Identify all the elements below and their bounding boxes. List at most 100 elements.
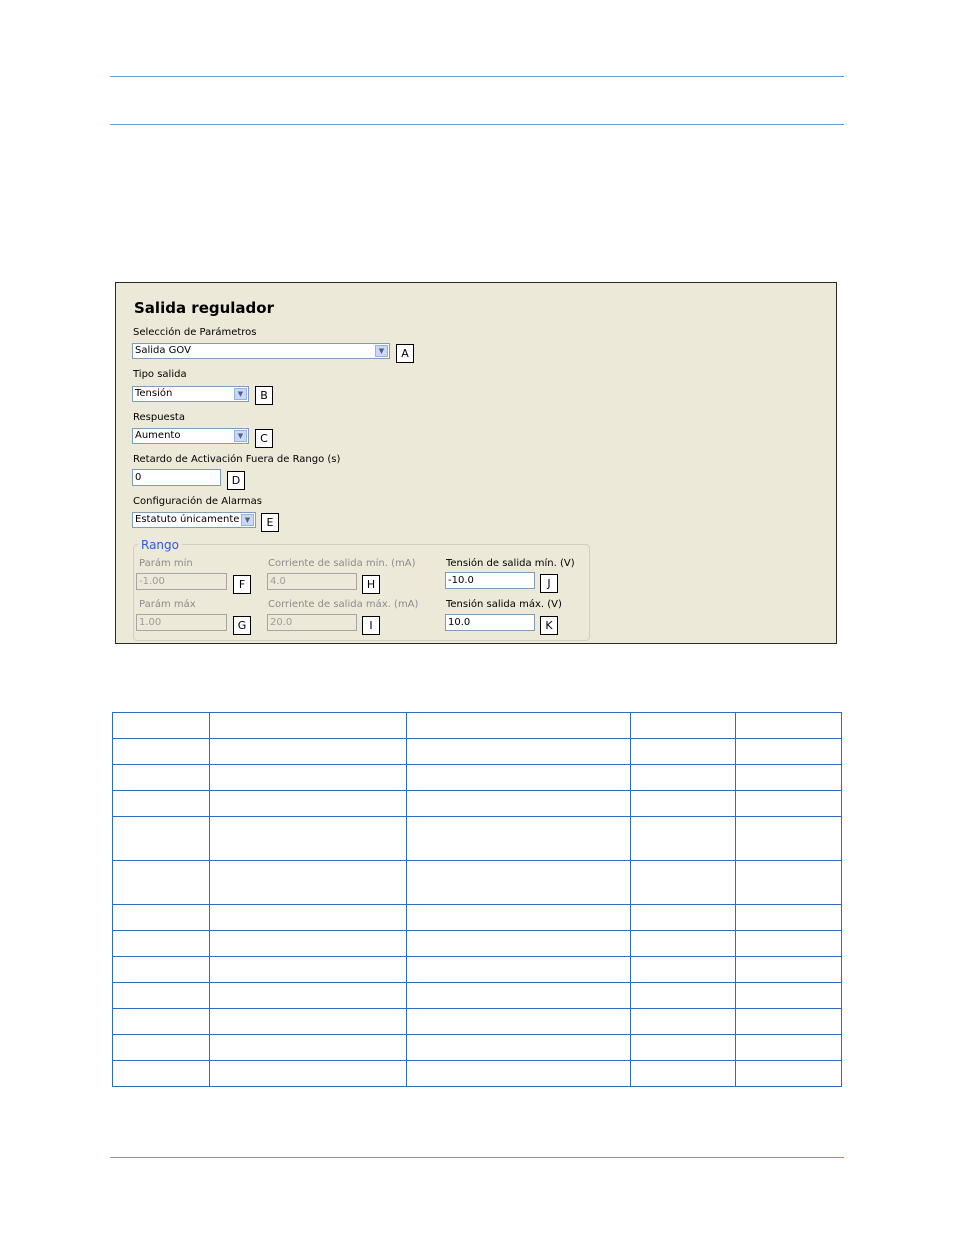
voltage-min-input[interactable]: -10.0 xyxy=(445,572,535,589)
table-cell xyxy=(735,712,842,739)
table-row xyxy=(112,764,842,791)
param-min-label: Parám mín xyxy=(139,558,193,569)
current-min-input: 4.0 xyxy=(267,573,357,590)
callout-h: H xyxy=(362,575,380,594)
callout-g: G xyxy=(233,616,251,635)
alarms-label: Configuración de Alarmas xyxy=(133,496,263,507)
table-cell xyxy=(735,956,842,983)
param-min-input: -1.00 xyxy=(136,573,227,590)
table-row xyxy=(112,930,842,957)
output-type-dropdown[interactable]: Tensión ▼ xyxy=(132,386,249,402)
table-cell xyxy=(735,930,842,957)
alarms-dropdown[interactable]: Estatuto únicamente ▼ xyxy=(132,512,256,528)
panel-title: Salida regulador xyxy=(134,299,274,317)
table-cell xyxy=(208,712,407,739)
current-max-label: Corriente de salida máx. (mA) xyxy=(268,599,419,610)
table-cell xyxy=(735,816,842,861)
table-cell xyxy=(630,712,737,739)
table-cell xyxy=(405,982,632,1009)
param-max-label: Parám máx xyxy=(139,599,196,610)
table-cell xyxy=(112,790,210,817)
table-row xyxy=(112,712,842,739)
table-row xyxy=(112,956,842,983)
table-cell xyxy=(208,738,407,765)
table-cell xyxy=(735,982,842,1009)
table-cell xyxy=(735,1034,842,1061)
table-row xyxy=(112,1060,842,1087)
response-dropdown[interactable]: Aumento ▼ xyxy=(132,428,249,444)
chevron-down-icon[interactable]: ▼ xyxy=(375,345,388,357)
header-rule-bottom xyxy=(110,124,844,125)
table-cell xyxy=(735,860,842,905)
table-row xyxy=(112,738,842,765)
table-cell xyxy=(208,982,407,1009)
table-cell xyxy=(735,1008,842,1035)
table-cell xyxy=(630,764,737,791)
table-cell xyxy=(405,738,632,765)
callout-i: I xyxy=(362,616,380,635)
delay-input[interactable]: 0 xyxy=(132,469,221,486)
response-label: Respuesta xyxy=(133,412,185,423)
table-cell xyxy=(630,904,737,931)
table-cell xyxy=(630,930,737,957)
table-cell xyxy=(208,816,407,861)
table-cell xyxy=(405,790,632,817)
table-cell xyxy=(112,1008,210,1035)
output-type-label: Tipo salida xyxy=(133,369,187,380)
table-cell xyxy=(735,738,842,765)
settings-table xyxy=(112,712,842,1087)
header-rule-top xyxy=(110,76,844,77)
table-row xyxy=(112,1008,842,1035)
table-cell xyxy=(112,956,210,983)
table-cell xyxy=(405,816,632,861)
param-select-dropdown[interactable]: Salida GOV ▼ xyxy=(132,343,390,359)
chevron-down-icon[interactable]: ▼ xyxy=(234,430,247,442)
table-cell xyxy=(405,956,632,983)
chevron-down-icon[interactable]: ▼ xyxy=(241,514,254,526)
voltage-max-input[interactable]: 10.0 xyxy=(445,614,535,631)
table-cell xyxy=(112,860,210,905)
table-cell xyxy=(112,764,210,791)
table-cell xyxy=(735,764,842,791)
table-row xyxy=(112,860,842,905)
callout-b: B xyxy=(255,386,273,405)
table-cell xyxy=(112,982,210,1009)
table-cell xyxy=(112,816,210,861)
callout-e: E xyxy=(261,513,279,532)
chevron-down-icon[interactable]: ▼ xyxy=(234,388,247,400)
table-cell xyxy=(630,1060,737,1087)
delay-label: Retardo de Activación Fuera de Rango (s) xyxy=(133,454,341,465)
table-cell xyxy=(630,738,737,765)
param-select-label: Selección de Parámetros xyxy=(133,327,257,338)
table-cell xyxy=(735,790,842,817)
governor-output-panel: Salida regulador Selección de Parámetros… xyxy=(115,282,837,644)
footer-rule xyxy=(110,1157,844,1158)
table-cell xyxy=(735,1060,842,1087)
table-row xyxy=(112,816,842,861)
callout-f: F xyxy=(233,575,251,594)
table-cell xyxy=(405,764,632,791)
callout-a: A xyxy=(396,344,414,363)
table-cell xyxy=(630,1008,737,1035)
table-row xyxy=(112,1034,842,1061)
table-cell xyxy=(112,712,210,739)
table-cell xyxy=(112,904,210,931)
table-cell xyxy=(112,738,210,765)
table-row xyxy=(112,790,842,817)
table-cell xyxy=(630,1034,737,1061)
table-cell xyxy=(405,860,632,905)
table-cell xyxy=(112,1060,210,1087)
table-cell xyxy=(208,860,407,905)
callout-d: D xyxy=(227,471,245,490)
table-cell xyxy=(405,712,632,739)
callout-c: C xyxy=(255,429,273,448)
table-row xyxy=(112,982,842,1009)
table-cell xyxy=(208,956,407,983)
param-max-input: 1.00 xyxy=(136,614,227,631)
current-max-input: 20.0 xyxy=(267,614,357,631)
table-cell xyxy=(630,956,737,983)
table-cell xyxy=(208,764,407,791)
table-row xyxy=(112,904,842,931)
callout-k: K xyxy=(540,616,558,635)
table-cell xyxy=(405,1008,632,1035)
